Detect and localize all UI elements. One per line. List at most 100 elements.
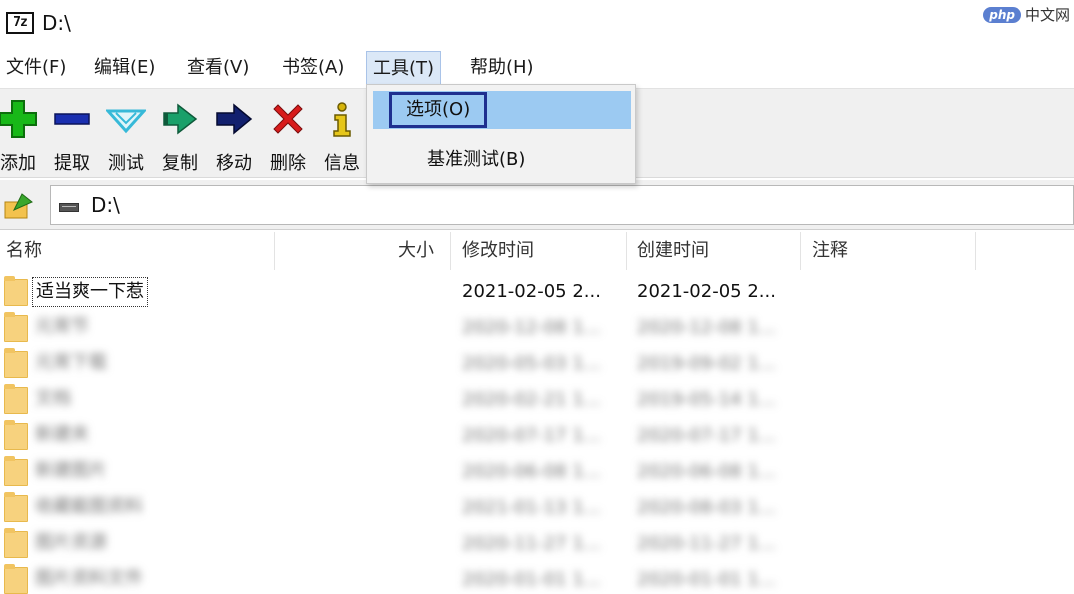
column-divider[interactable]	[274, 232, 275, 270]
info-label: 信息	[324, 153, 360, 174]
menu-benchmark[interactable]: 基准测试(B)	[373, 141, 631, 179]
file-created: 2020-11-27 1...	[637, 533, 776, 554]
column-divider[interactable]	[975, 232, 976, 270]
info-icon	[333, 102, 351, 137]
folder-icon	[4, 276, 28, 306]
file-list-header: 名称 大小 修改时间 创建时间 注释	[0, 232, 1074, 270]
add-button[interactable]: 添加	[0, 95, 44, 175]
menu-bookmarks[interactable]: 书签(A)	[276, 51, 350, 85]
file-row[interactable]: 适当爽一下惹 2021-02-05 2... 2021-02-05 2...	[0, 274, 1074, 310]
menu-options[interactable]: 选项(O)	[373, 91, 631, 129]
folder-icon	[4, 384, 28, 414]
drive-icon	[59, 203, 79, 212]
watermark-badge: php	[983, 6, 1021, 23]
tools-dropdown-menu: 选项(O) 基准测试(B)	[366, 84, 636, 184]
up-folder-button[interactable]	[2, 188, 40, 224]
column-name[interactable]: 名称	[6, 232, 42, 270]
folder-icon	[4, 564, 28, 594]
column-divider[interactable]	[450, 232, 451, 270]
delete-icon	[273, 104, 303, 134]
file-created: 2020-07-17 1...	[637, 425, 776, 446]
up-folder-icon	[4, 193, 33, 219]
file-modified: 2020-05-03 1...	[462, 353, 601, 374]
file-created: 2020-08-03 1...	[637, 497, 776, 518]
extract-icon	[54, 113, 90, 125]
file-name: 元宵下载	[35, 352, 107, 373]
copy-label: 复制	[162, 153, 198, 174]
window-title: D:\	[42, 11, 71, 35]
menu-help[interactable]: 帮助(H)	[464, 51, 540, 85]
file-modified: 2021-01-13 1...	[462, 497, 601, 518]
test-label: 测试	[108, 153, 144, 174]
file-row[interactable]: 图片资料文件 2020-01-01 1... 2020-01-01 1...	[0, 562, 1074, 594]
folder-icon	[4, 348, 28, 378]
move-button[interactable]: 移动	[208, 95, 260, 175]
address-bar: D:\	[0, 180, 1074, 230]
menu-file[interactable]: 文件(F)	[0, 51, 72, 85]
file-row[interactable]: 收藏截图资料 2021-01-13 1... 2020-08-03 1...	[0, 490, 1074, 526]
file-row[interactable]: 图片资源 2020-11-27 1... 2020-11-27 1...	[0, 526, 1074, 562]
file-row[interactable]: 文档 2020-02-21 1... 2019-05-14 1...	[0, 382, 1074, 418]
extract-button[interactable]: 提取	[46, 95, 98, 175]
menu-tools[interactable]: 工具(T)	[366, 51, 442, 85]
address-path: D:\	[91, 193, 120, 217]
column-size[interactable]: 大小	[398, 232, 434, 270]
extract-label: 提取	[54, 153, 90, 174]
menu-edit[interactable]: 编辑(E)	[88, 51, 161, 85]
column-divider[interactable]	[800, 232, 801, 270]
7zip-logo-icon: 7z	[6, 12, 34, 34]
file-modified: 2020-06-08 1...	[462, 461, 601, 482]
folder-icon	[4, 492, 28, 522]
column-created[interactable]: 创建时间	[637, 232, 709, 270]
file-row[interactable]: 新建夹 2020-07-17 1... 2020-07-17 1...	[0, 418, 1074, 454]
file-name: 新建夹	[35, 424, 89, 445]
copy-icon	[163, 103, 198, 135]
folder-icon	[4, 528, 28, 558]
folder-icon	[4, 456, 28, 486]
file-modified: 2021-02-05 2...	[462, 281, 601, 302]
address-input[interactable]: D:\	[50, 185, 1074, 225]
column-comment[interactable]: 注释	[812, 232, 848, 270]
folder-icon	[4, 312, 28, 342]
watermark-text: 中文网	[1024, 6, 1070, 24]
file-name: 图片资料文件	[35, 568, 143, 589]
file-modified: 2020-12-08 1...	[462, 317, 601, 338]
add-label: 添加	[0, 153, 36, 174]
menu-view[interactable]: 查看(V)	[181, 51, 255, 85]
file-created: 2019-05-14 1...	[637, 389, 776, 410]
delete-label: 删除	[270, 153, 306, 174]
delete-button[interactable]: 删除	[262, 95, 314, 175]
file-name: 图片资源	[35, 532, 107, 553]
file-row[interactable]: 新建图片 2020-06-08 1... 2020-06-08 1...	[0, 454, 1074, 490]
file-created: 2020-01-01 1...	[637, 569, 776, 590]
file-modified: 2020-02-21 1...	[462, 389, 601, 410]
file-name: 新建图片	[35, 460, 107, 481]
file-row[interactable]: 元宵下载 2020-05-03 1... 2019-09-02 1...	[0, 346, 1074, 382]
file-name: 收藏截图资料	[35, 496, 143, 517]
move-icon	[216, 103, 253, 135]
options-label: 选项(O)	[389, 92, 488, 128]
test-icon	[106, 109, 146, 134]
file-modified: 2020-07-17 1...	[462, 425, 601, 446]
move-label: 移动	[216, 153, 252, 174]
column-divider[interactable]	[626, 232, 627, 270]
menu-bar: 文件(F) 编辑(E) 查看(V) 书签(A) 工具(T) 帮助(H)	[0, 50, 1074, 86]
file-name: 文档	[35, 388, 71, 409]
file-modified: 2020-01-01 1...	[462, 569, 601, 590]
file-created: 2019-09-02 1...	[637, 353, 776, 374]
file-name: 元宵节	[35, 316, 89, 337]
watermark: php 中文网	[983, 4, 1070, 25]
file-created: 2021-02-05 2...	[637, 281, 776, 302]
copy-button[interactable]: 复制	[154, 95, 206, 175]
file-created: 2020-06-08 1...	[637, 461, 776, 482]
info-button[interactable]: 信息	[316, 95, 368, 175]
file-row[interactable]: 元宵节 2020-12-08 1... 2020-12-08 1...	[0, 310, 1074, 346]
file-name: 适当爽一下惹	[32, 277, 148, 307]
title-bar: 7z D:\ php 中文网	[0, 0, 1074, 46]
folder-icon	[4, 420, 28, 450]
file-created: 2020-12-08 1...	[637, 317, 776, 338]
column-modified[interactable]: 修改时间	[462, 232, 534, 270]
file-list: 适当爽一下惹 2021-02-05 2... 2021-02-05 2... 元…	[0, 272, 1074, 594]
test-button[interactable]: 测试	[100, 95, 152, 175]
file-modified: 2020-11-27 1...	[462, 533, 601, 554]
